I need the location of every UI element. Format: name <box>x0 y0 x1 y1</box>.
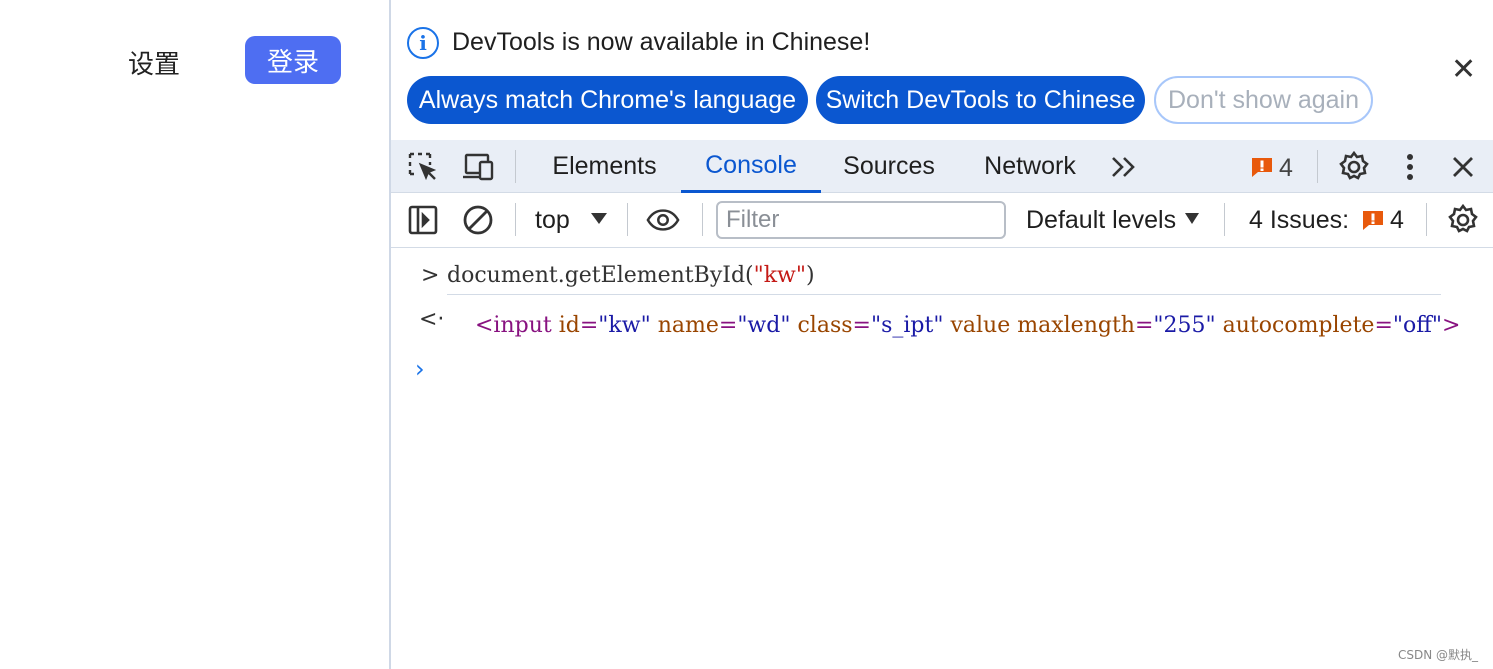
chevron-double-right-icon[interactable] <box>1107 150 1141 184</box>
code-text: document.getElementById( <box>447 263 754 288</box>
chevron-down-icon[interactable] <box>591 213 607 224</box>
code-text: ) <box>806 263 815 288</box>
device-toggle-icon[interactable] <box>461 150 495 184</box>
toolbar-separator <box>515 150 516 183</box>
console-output-element[interactable]: <input id="kw" name="wd" class="s_ipt" v… <box>475 313 1460 338</box>
tab-console[interactable]: Console <box>681 140 821 193</box>
watermark: CSDN @默执_ <box>1398 648 1479 662</box>
toolbar-separator <box>1224 203 1225 236</box>
attr-value: "255" <box>1153 313 1216 338</box>
issues-count[interactable]: 4 <box>1279 154 1293 183</box>
console-input-line[interactable]: document.getElementById("kw") <box>447 263 815 288</box>
attr-name: id <box>558 313 580 338</box>
devtools-panel: i DevTools is now available in Chinese! … <box>391 0 1493 669</box>
console-messages: > document.getElementById("kw") <· <inpu… <box>391 249 1493 669</box>
attr-name: class <box>797 313 853 338</box>
output-return-icon: <· <box>419 307 445 332</box>
gear-icon[interactable] <box>1337 150 1371 184</box>
attr-name: value <box>950 313 1011 338</box>
clear-console-icon[interactable] <box>461 203 495 237</box>
language-infobar: i DevTools is now available in Chinese! … <box>391 0 1493 140</box>
attr-name: maxlength <box>1017 313 1135 338</box>
always-match-language-button[interactable]: Always match Chrome's language <box>407 76 808 124</box>
attr-name: autocomplete <box>1222 313 1375 338</box>
sidebar-toggle-icon[interactable] <box>406 203 440 237</box>
devtools-tabbar: Elements Console Sources Network 4 <box>391 140 1493 193</box>
input-chevron-icon: > <box>421 263 440 288</box>
tag-close: > <box>1442 313 1461 338</box>
tab-elements[interactable]: Elements <box>536 140 673 193</box>
toolbar-separator <box>702 203 703 236</box>
attr-value: "wd" <box>737 313 791 338</box>
login-button[interactable]: 登录 <box>245 36 341 84</box>
settings-link[interactable]: 设置 <box>128 44 180 81</box>
switch-to-chinese-button[interactable]: Switch DevTools to Chinese <box>816 76 1145 124</box>
chevron-down-icon[interactable] <box>1185 213 1199 224</box>
code-string: "kw" <box>753 263 807 288</box>
attr-name: name <box>657 313 719 338</box>
issues-badge-icon[interactable] <box>1245 150 1279 184</box>
attr-value: "kw" <box>598 313 651 338</box>
console-toolbar: top Default levels 4 Issues: 4 <box>391 193 1493 248</box>
toolbar-separator <box>515 203 516 236</box>
inspect-element-icon[interactable] <box>406 150 440 184</box>
web-page-area: 设置 登录 <box>0 0 389 669</box>
message-divider <box>447 294 1441 295</box>
console-prompt-icon[interactable]: › <box>415 355 425 383</box>
tab-network[interactable]: Network <box>969 140 1091 193</box>
attr-value: "s_ipt" <box>870 313 944 338</box>
context-selector[interactable]: top <box>535 206 570 235</box>
close-devtools-icon[interactable] <box>1446 150 1480 184</box>
more-options-icon[interactable] <box>1393 150 1427 184</box>
toolbar-separator <box>627 203 628 236</box>
tag-open: <input <box>475 313 552 338</box>
tab-sources[interactable]: Sources <box>831 140 947 193</box>
info-icon: i <box>407 27 439 59</box>
issues-badge-icon[interactable] <box>1356 203 1390 237</box>
eye-icon[interactable] <box>646 203 680 237</box>
filter-input[interactable] <box>716 201 1006 239</box>
log-levels-dropdown[interactable]: Default levels <box>1026 206 1176 235</box>
console-settings-gear-icon[interactable] <box>1446 203 1480 237</box>
infobar-message: DevTools is now available in Chinese! <box>452 28 871 56</box>
toolbar-separator <box>1317 150 1318 183</box>
attr-value: "off" <box>1392 313 1442 338</box>
dont-show-again-button[interactable]: Don't show again <box>1154 76 1373 124</box>
issues-count[interactable]: 4 <box>1390 206 1404 235</box>
close-icon[interactable]: ✕ <box>1451 54 1476 86</box>
toolbar-separator <box>1426 203 1427 236</box>
issues-label[interactable]: 4 Issues: <box>1249 206 1349 235</box>
